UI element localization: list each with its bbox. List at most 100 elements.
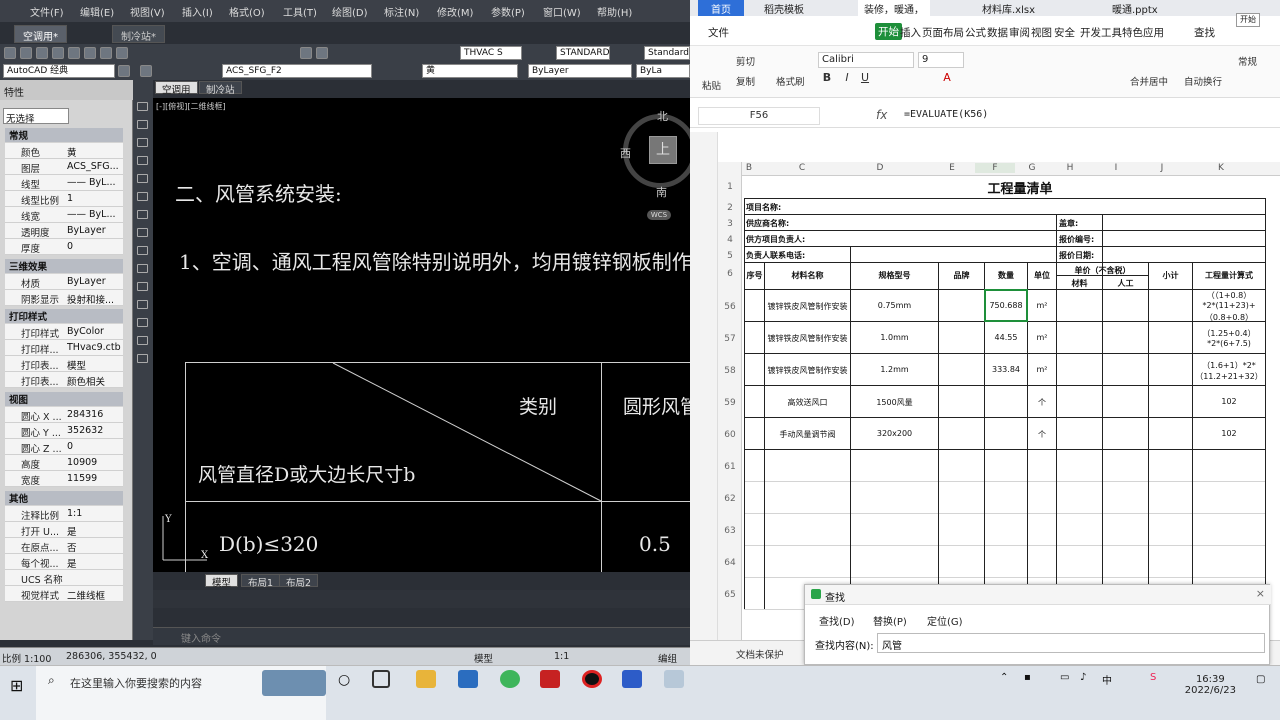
menu-insert[interactable]: 插入 [900, 25, 921, 40]
prop-row[interactable]: 圆心 Z ... 0 [5, 439, 123, 455]
prop-row[interactable]: 圆心 Y ... 352632 [5, 423, 123, 439]
font-size-combo[interactable]: 9 [918, 52, 964, 68]
arc-icon[interactable] [137, 156, 148, 165]
row56-name[interactable]: 镀锌铁皮风管制作安装 [765, 301, 850, 312]
section-general[interactable]: 常规 [5, 128, 123, 142]
formula-input[interactable]: =EVALUATE(K56) [904, 109, 988, 120]
menu-params[interactable]: 参数(P) [491, 4, 525, 19]
header-unit[interactable]: 单位 [1028, 270, 1056, 281]
row-header[interactable]: 65 [718, 590, 742, 600]
ime-icon[interactable]: 中 [1102, 672, 1112, 687]
tab-model[interactable]: 模型 [205, 574, 239, 589]
cut-icon[interactable] [84, 47, 96, 59]
autocad-icon[interactable] [540, 670, 560, 688]
prop-row[interactable]: UCS 名称 [5, 570, 123, 586]
preview-icon[interactable] [68, 47, 80, 59]
row59-spec[interactable]: 1500风量 [851, 397, 938, 408]
prop-row[interactable]: 宽度 11599 [5, 471, 123, 487]
row-header[interactable]: 56 [718, 302, 742, 312]
row56-calc[interactable]: （（1+0.8） [1193, 290, 1265, 301]
360-browser-icon[interactable] [500, 670, 520, 688]
row57-calc[interactable]: *2*(6+7.5) [1193, 339, 1265, 348]
row58-qty[interactable]: 333.84 [985, 365, 1027, 374]
prop-row[interactable]: 图层 ACS_SFG... [5, 159, 123, 175]
prop-row[interactable]: 阴影显示 投射和接... [5, 290, 123, 306]
merge-center-button[interactable]: 合并居中 [1130, 74, 1168, 88]
polyline-icon[interactable] [137, 120, 148, 129]
copy-icon[interactable] [100, 47, 112, 59]
row58-spec[interactable]: 1.2mm [851, 365, 938, 374]
row60-spec[interactable]: 320x200 [851, 429, 938, 438]
col-header-g[interactable]: G [1018, 163, 1046, 173]
new-icon[interactable] [4, 47, 16, 59]
tablestyle-combo[interactable]: Standard [644, 46, 690, 60]
lineweight-combo[interactable]: ByLa [636, 64, 690, 78]
prop-row[interactable]: 线型 —— ByL... [5, 175, 123, 191]
section-other[interactable]: 其他 [5, 491, 123, 505]
paste-icon[interactable] [116, 47, 128, 59]
menu-insert[interactable]: 插入(I) [182, 4, 213, 19]
tab-layout1[interactable]: 布局1 [241, 574, 281, 589]
col-header-c[interactable]: C [772, 163, 832, 173]
selection-combo[interactable]: 无选择 [3, 108, 69, 125]
layer-properties-icon[interactable] [140, 65, 152, 77]
prop-row[interactable]: 在原点... 否 [5, 538, 123, 554]
menu-search[interactable]: 查找 [1194, 25, 1215, 40]
row-header[interactable]: 61 [718, 462, 742, 472]
seal-label[interactable]: 盖章: [1059, 218, 1078, 229]
row-header[interactable]: 5 [718, 251, 742, 261]
header-labor[interactable]: 人工 [1103, 278, 1148, 289]
row-header[interactable]: 58 [718, 366, 742, 376]
menu-view[interactable]: 视图 [1031, 25, 1052, 40]
wrap-text-button[interactable]: 自动换行 [1184, 74, 1222, 88]
spline-icon[interactable] [137, 210, 148, 219]
layer-combo[interactable]: ACS_SFG_F2 [222, 64, 372, 78]
table-icon[interactable] [137, 318, 148, 327]
fx-icon[interactable]: fx [876, 108, 887, 122]
manager-phone-label[interactable]: 负责人联系电话: [746, 250, 805, 261]
print-icon[interactable] [52, 47, 64, 59]
volume-icon[interactable]: ♪ [1080, 672, 1086, 683]
prop-row[interactable]: 高度 10909 [5, 455, 123, 471]
tray-chevron-icon[interactable]: ⌃ [1000, 672, 1008, 683]
linetype-combo[interactable]: ByLayer [528, 64, 632, 78]
row-header[interactable]: 62 [718, 494, 742, 504]
header-subtotal[interactable]: 小计 [1149, 270, 1192, 281]
menu-file[interactable]: 文件(F) [30, 4, 64, 19]
header-formula[interactable]: 工程量计算式 [1193, 270, 1265, 281]
menu-format[interactable]: 格式(O) [229, 4, 265, 19]
prop-row[interactable]: 视觉样式 二维线框 [5, 586, 123, 602]
tab-replace[interactable]: 替换(P) [873, 613, 907, 628]
section-plotstyle[interactable]: 打印样式 [5, 309, 123, 323]
row58-unit[interactable]: m² [1028, 365, 1056, 374]
row-header[interactable]: 1 [718, 182, 742, 192]
row56-unit[interactable]: m² [1028, 301, 1056, 310]
prop-row[interactable]: 线宽 —— ByL... [5, 207, 123, 223]
close-icon[interactable]: × [1256, 587, 1265, 600]
tab-home[interactable]: 首页 [698, 0, 744, 16]
prop-row[interactable]: 材质 ByLayer [5, 274, 123, 290]
ellipse-icon[interactable] [137, 228, 148, 237]
header-brand[interactable]: 品牌 [939, 270, 984, 281]
clock[interactable]: 16:39 2022/6/23 [1185, 674, 1236, 696]
group-toggle[interactable]: 编组 [658, 651, 677, 665]
hatch-icon[interactable] [137, 282, 148, 291]
rectangle-icon[interactable] [137, 174, 148, 183]
prop-row[interactable]: 颜色黄 [5, 143, 123, 159]
prop-row[interactable]: 打印表... 模型 [5, 356, 123, 372]
text-icon[interactable] [137, 354, 148, 363]
block-icon[interactable] [137, 246, 148, 255]
number-format-combo[interactable]: 常规 [1238, 54, 1257, 68]
tab-find[interactable]: 查找(D) [819, 613, 855, 628]
bold-icon[interactable]: B [820, 71, 834, 85]
prop-row[interactable]: 线型比例 1 [5, 191, 123, 207]
tab-layout2[interactable]: 布局2 [279, 574, 319, 589]
find-dialog-titlebar[interactable]: 查找 × [805, 585, 1271, 605]
row58-calc[interactable]: （1.6+1）*2* [1193, 360, 1265, 371]
row-header[interactable]: 60 [718, 430, 742, 440]
row57-calc[interactable]: （1.25+0.4） [1193, 328, 1265, 339]
row59-unit[interactable]: 个 [1028, 397, 1056, 408]
workspace-combo[interactable]: AutoCAD 经典 [3, 64, 115, 78]
wps-writer-icon[interactable] [622, 670, 642, 688]
menu-tools[interactable]: 工具(T) [283, 4, 317, 19]
